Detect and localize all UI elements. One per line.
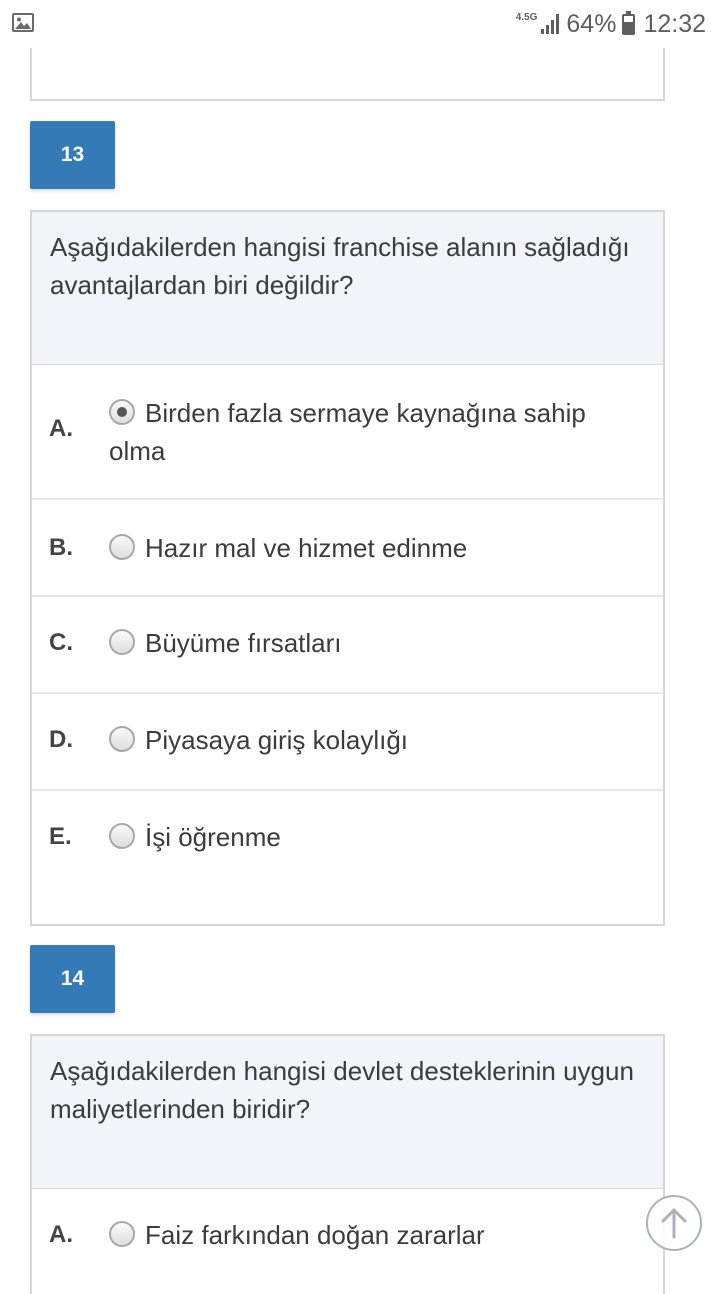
question-number-badge: 14 bbox=[30, 945, 115, 1013]
radio-button[interactable] bbox=[109, 534, 135, 560]
question-text: Aşağıdakilerden hangisi franchise alanın… bbox=[50, 232, 630, 300]
option-letter: A. bbox=[49, 415, 73, 442]
option-label: Birden fazla sermaye kaynağına sahip olm… bbox=[109, 398, 586, 466]
clock: 12:32 bbox=[643, 9, 706, 38]
network-type: 4.5G bbox=[515, 11, 538, 23]
question-number-badge: 13 bbox=[30, 121, 115, 189]
scroll-to-top-button[interactable] bbox=[646, 1195, 702, 1251]
radio-button[interactable] bbox=[109, 726, 135, 752]
option-a[interactable]: A. Birden fazla sermaye kaynağına sahip … bbox=[32, 365, 663, 500]
option-letter: C. bbox=[49, 629, 73, 656]
option-d[interactable]: D. Piyasaya giriş kolaylığı bbox=[32, 694, 663, 791]
option-label: Piyasaya giriş kolaylığı bbox=[145, 725, 408, 755]
option-label: Hazır mal ve hizmet edinme bbox=[145, 533, 468, 563]
question-text-box: Aşağıdakilerden hangisi franchise alanın… bbox=[32, 212, 663, 365]
status-bar: 4.5G 64% 12:32 bbox=[0, 0, 720, 48]
battery-icon bbox=[622, 10, 636, 35]
option-e[interactable]: E. İşi öğrenme bbox=[32, 791, 663, 925]
radio-button[interactable] bbox=[109, 823, 135, 849]
battery-percent: 64% bbox=[566, 9, 617, 38]
arrow-up-icon bbox=[661, 1208, 687, 1239]
question-text-box: Aşağıdakilerden hangisi devlet destekler… bbox=[32, 1036, 663, 1189]
quiz-page: 13 Aşağıdakilerden hangisi franchise ala… bbox=[0, 0, 720, 1294]
gallery-icon bbox=[12, 13, 34, 32]
option-a[interactable]: A. Faiz farkından doğan zararlar bbox=[32, 1189, 663, 1294]
radio-button[interactable] bbox=[109, 1221, 135, 1247]
option-c[interactable]: C. Büyüme fırsatları bbox=[32, 597, 663, 694]
radio-button-selected[interactable] bbox=[109, 399, 135, 425]
option-letter: A. bbox=[49, 1221, 73, 1248]
option-letter: D. bbox=[49, 726, 73, 753]
signal-icon bbox=[541, 14, 561, 34]
option-letter: E. bbox=[49, 823, 72, 850]
option-label: Faiz farkından doğan zararlar bbox=[145, 1220, 485, 1250]
option-label: İşi öğrenme bbox=[145, 822, 281, 852]
option-label: Büyüme fırsatları bbox=[145, 628, 342, 658]
question-number: 13 bbox=[60, 143, 85, 166]
question-number: 14 bbox=[60, 967, 85, 990]
question-text: Aşağıdakilerden hangisi devlet destekler… bbox=[50, 1056, 634, 1124]
radio-button[interactable] bbox=[109, 629, 135, 655]
question-panel-13: Aşağıdakilerden hangisi franchise alanın… bbox=[30, 210, 665, 926]
option-letter: B. bbox=[49, 534, 73, 561]
option-b[interactable]: B. Hazır mal ve hizmet edinme bbox=[32, 500, 663, 597]
question-panel-14: Aşağıdakilerden hangisi devlet destekler… bbox=[30, 1034, 665, 1294]
status-indicators: 4.5G 64% 12:32 bbox=[516, 8, 706, 40]
